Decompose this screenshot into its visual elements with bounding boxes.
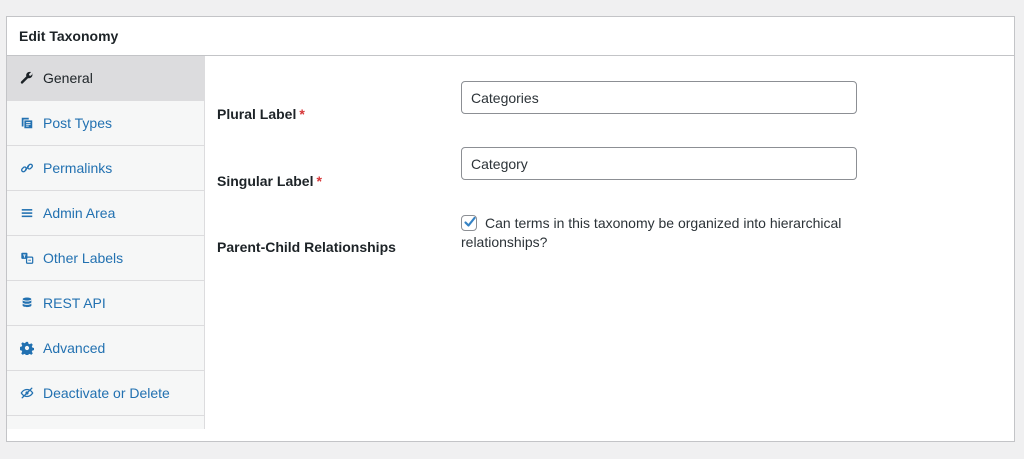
sidebar-item-label: General: [43, 70, 93, 86]
hidden-icon: [19, 385, 35, 401]
menu-icon: [19, 205, 35, 221]
plural-label-input[interactable]: [461, 81, 857, 114]
sidebar-item-advanced[interactable]: Advanced: [7, 326, 204, 371]
checkmark-icon: [464, 216, 476, 227]
singular-label-heading: Singular Label *: [217, 173, 322, 189]
database-icon: [19, 295, 35, 311]
edit-taxonomy-panel: Edit Taxonomy General Post Types Permali…: [6, 16, 1015, 442]
hierarchical-option: Can terms in this taxonomy be organized …: [461, 214, 921, 252]
settings-content: Plural Label* Singular Label* Parent-Chi…: [205, 56, 1014, 441]
gear-icon: [19, 340, 35, 356]
plural-label-heading: Plural Label *: [217, 106, 305, 122]
plural-label-text: Plural Label: [217, 106, 297, 122]
wrench-icon: [19, 70, 35, 86]
parent-child-label-text: Parent-Child Relationships: [217, 239, 396, 255]
sidebar-item-admin-area[interactable]: Admin Area: [7, 191, 204, 236]
sidebar-item-permalinks[interactable]: Permalinks: [7, 146, 204, 191]
sidebar-item-label: Other Labels: [43, 250, 124, 266]
translation-icon: [19, 250, 35, 266]
sidebar-item-post-types[interactable]: Post Types: [7, 101, 204, 146]
hierarchical-checkbox-label[interactable]: Can terms in this taxonomy be organized …: [461, 215, 841, 250]
sidebar-item-label: REST API: [43, 295, 106, 311]
sidebar-item-label: Advanced: [43, 340, 106, 356]
panel-header: Edit Taxonomy: [7, 17, 1014, 56]
sidebar-item-rest-api[interactable]: REST API: [7, 281, 204, 326]
sidebar-item-label: Permalinks: [43, 160, 113, 176]
sidebar-item-label: Post Types: [43, 115, 113, 131]
sidebar-item-label: Deactivate or Delete: [43, 385, 170, 401]
parent-child-heading: Parent-Child Relationships: [217, 239, 396, 255]
singular-label-input[interactable]: [461, 147, 857, 180]
sidebar-item-other-labels[interactable]: Other Labels: [7, 236, 204, 281]
hierarchical-checkbox[interactable]: [461, 215, 477, 231]
admin-post-icon: [19, 115, 35, 131]
sidebar-item-deactivate-delete[interactable]: Deactivate or Delete: [7, 371, 204, 416]
settings-sidebar: General Post Types Permalinks Admin Area: [7, 56, 205, 429]
sidebar-item-general[interactable]: General: [7, 56, 204, 101]
sidebar-item-label: Admin Area: [43, 205, 116, 221]
singular-label-text: Singular Label: [217, 173, 314, 189]
panel-title: Edit Taxonomy: [19, 28, 119, 44]
required-asterisk: *: [299, 106, 305, 122]
link-icon: [19, 160, 35, 176]
panel-body: General Post Types Permalinks Admin Area: [7, 56, 1014, 441]
required-asterisk: *: [316, 173, 322, 189]
